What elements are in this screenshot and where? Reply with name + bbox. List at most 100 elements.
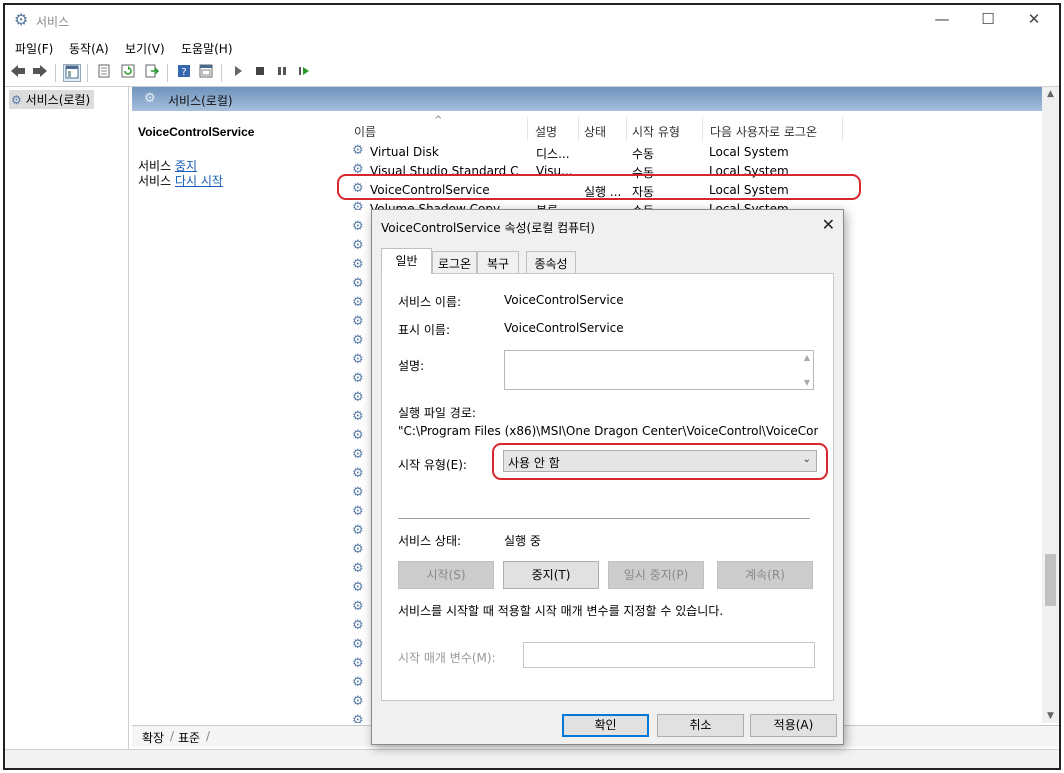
divider [398,518,810,519]
pane-title: 서비스(로컬) [168,94,233,108]
stop-service-link[interactable]: 중지 [175,159,197,173]
tab-recovery[interactable]: 복구 [477,251,519,273]
description-label: 설명: [398,359,425,373]
apply-button[interactable]: 적용(A) [750,714,837,737]
minimize-button[interactable]: — [919,5,965,35]
view-icon[interactable] [197,64,215,82]
stop-icon[interactable] [251,64,269,82]
service-gear-icon: ⚙ [352,485,364,500]
tab-standard[interactable]: 표준 [178,729,200,746]
service-gear-icon: ⚙ [352,675,364,690]
display-name-value: VoiceControlService [504,321,624,335]
service-gear-icon: ⚙ [352,333,364,348]
selected-service-name: VoiceControlService [138,125,255,139]
services-gear-icon: ⚙ [14,10,29,29]
highlight-annotation [337,174,861,200]
row-logon: Local System [709,145,789,159]
pause-icon[interactable] [273,64,291,82]
service-gear-icon: ⚙ [352,504,364,519]
service-status-label: 서비스 상태: [398,534,462,548]
dialog-close-button[interactable]: ✕ [822,215,835,234]
tab-general[interactable]: 일반 [381,248,432,274]
service-name-value: VoiceControlService [504,293,624,307]
play-icon[interactable] [229,64,247,82]
title-bar: ⚙ 서비스 — ☐ ✕ [5,5,1059,37]
tab-dependencies[interactable]: 종속성 [526,251,576,273]
service-name-label: 서비스 이름: [398,295,462,309]
back-icon[interactable] [9,64,27,82]
column-header-logon-as[interactable]: 다음 사용자로 로그온 [710,123,817,140]
service-gear-icon: ⚙ [352,656,364,671]
tree-node-label: 서비스(로컬) [25,93,91,107]
ok-button[interactable]: 확인 [562,714,649,737]
restart-service-link[interactable]: 다시 시작 [175,174,223,188]
tree-node-services-local[interactable]: ⚙ 서비스(로컬) [9,90,95,109]
properties-dialog: VoiceControlService 속성(로컬 컴퓨터) ✕ 일반 로그온 … [371,209,844,745]
export-icon[interactable] [143,64,161,82]
resume-button[interactable]: 계속(R) [717,561,813,589]
close-button[interactable]: ✕ [1011,5,1057,35]
menu-help[interactable]: 도움말(H) [181,40,233,57]
tab-extended[interactable]: 확장 [142,729,164,746]
stop-button[interactable]: 중지(T) [503,561,599,589]
action-prefix: 서비스 [138,159,172,173]
column-header-status[interactable]: 상태 [584,123,606,140]
table-row[interactable]: ⚙ Virtual Disk 디스... 수동 Local System [350,143,1050,162]
description-field[interactable]: ▲ ▼ [504,350,814,390]
service-gear-icon: ⚙ [352,713,364,724]
scroll-up-icon: ▲ [803,353,810,362]
service-gear-icon: ⚙ [352,428,364,443]
menu-view[interactable]: 보기(V) [125,40,165,57]
refresh-icon[interactable] [119,64,137,82]
row-startup: 수동 [632,147,655,161]
display-name-label: 표시 이름: [398,323,451,337]
service-gear-icon: ⚙ [352,409,364,424]
start-params-input[interactable] [523,642,815,668]
service-gear-icon: ⚙ [352,276,364,291]
vertical-scrollbar[interactable]: ▲ ▼ [1042,87,1059,723]
column-header-name[interactable]: 이름 [354,123,376,140]
description-panel: VoiceControlService 서비스 중지 서비스 다시 시작 [132,111,344,721]
service-gear-icon: ⚙ [352,200,364,211]
window-title: 서비스 [36,15,70,29]
service-gear-icon: ⚙ [352,314,364,329]
sort-ascending-icon: ^ [434,115,443,126]
service-gear-icon: ⚙ [352,561,364,576]
action-prefix: 서비스 [138,174,172,188]
menu-action[interactable]: 동작(A) [69,40,109,57]
params-note: 서비스를 시작할 때 적용할 시작 매개 변수를 지정할 수 있습니다. [398,604,724,618]
resume-icon[interactable] [295,64,313,82]
maximize-button[interactable]: ☐ [965,5,1011,35]
menu-file[interactable]: 파일(F) [15,40,53,57]
service-gear-icon: ⚙ [352,523,364,538]
start-button[interactable]: 시작(S) [398,561,494,589]
console-tree-icon[interactable] [63,64,81,82]
column-header-description[interactable]: 설명 [535,123,557,140]
svg-text:?: ? [181,67,186,78]
params-label: 시작 매개 변수(M): [398,651,496,665]
services-window: ⚙ 서비스 — ☐ ✕ 파일(F) 동작(A) 보기(V) 도움말(H) ? ⚙… [3,3,1061,770]
service-status-value: 실행 중 [504,534,541,548]
help-icon[interactable]: ? [175,64,193,82]
service-gear-icon: ⚙ [352,238,364,253]
properties-icon[interactable] [95,64,113,82]
scroll-up-icon[interactable]: ▲ [1042,89,1059,99]
column-header-startup-type[interactable]: 시작 유형 [632,123,680,140]
service-gear-icon: ⚙ [352,371,364,386]
scroll-down-icon[interactable]: ▼ [1042,711,1059,721]
services-gear-icon: ⚙ [11,93,22,107]
service-gear-icon: ⚙ [352,352,364,367]
scroll-down-icon: ▼ [803,378,810,387]
pause-button[interactable]: 일시 중지(P) [608,561,704,589]
scroll-thumb[interactable] [1045,554,1056,606]
startup-type-label: 시작 유형(E): [398,458,467,472]
tab-logon[interactable]: 로그온 [432,251,477,273]
service-gear-icon: ⚙ [352,599,364,614]
highlight-annotation [492,443,828,480]
service-gear-icon: ⚙ [352,143,364,158]
service-gear-icon: ⚙ [352,694,364,709]
cancel-button[interactable]: 취소 [657,714,744,737]
forward-icon[interactable] [31,64,49,82]
row-name: Virtual Disk [370,145,439,159]
pane-header: ⚙ 서비스(로컬) [132,87,1059,111]
